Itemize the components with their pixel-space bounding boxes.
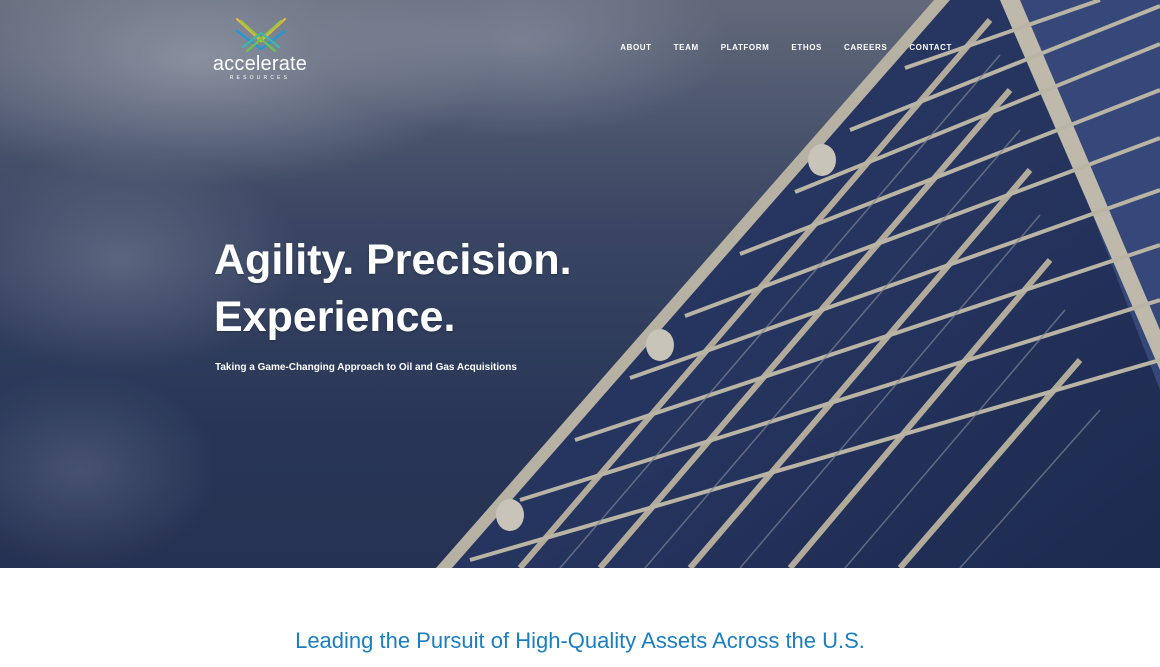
main-nav: ABOUT TEAM PLATFORM ETHOS CAREERS CONTAC… [609,43,952,53]
hero-overlay [0,0,1160,568]
headline-line-2: Experience. [214,293,456,341]
section-heading: Leading the Pursuit of High-Quality Asse… [295,628,865,653]
nav-about[interactable]: ABOUT [609,43,662,53]
nav-ethos[interactable]: ETHOS [780,43,833,53]
nav-team[interactable]: TEAM [663,43,710,53]
headline-line-1: Agility. Precision. [214,236,572,284]
logo-subtext: RESOURCES [229,75,291,81]
nav-contact[interactable]: CONTACT [898,43,952,53]
nav-careers[interactable]: CAREERS [833,43,898,53]
crossed-chevrons-logo-icon [235,17,287,53]
nav-platform[interactable]: PLATFORM [710,43,781,53]
hero-headline: Agility. Precision. Experience. [214,232,572,346]
hero-tagline: Taking a Game-Changing Approach to Oil a… [215,362,517,373]
logo-wordmark: accelerate [212,53,308,75]
hero-banner: accelerate RESOURCES ABOUT TEAM PLATFORM… [0,0,1160,568]
accelerate-logo[interactable]: accelerate RESOURCES [207,17,315,83]
